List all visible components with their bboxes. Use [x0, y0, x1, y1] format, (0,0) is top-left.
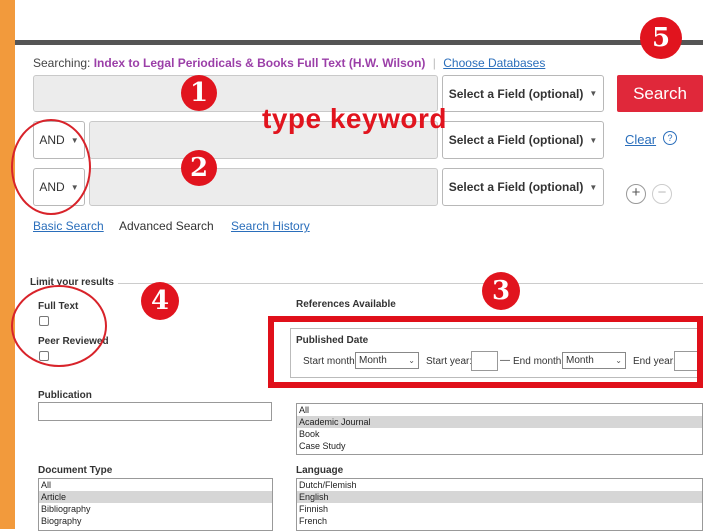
published-date-highlight: [268, 316, 703, 388]
step-badge-4: 4: [141, 282, 179, 320]
search-input-3[interactable]: [89, 168, 438, 206]
top-rule: [15, 40, 703, 45]
publication-input[interactable]: [38, 402, 272, 421]
advanced-search-label: Advanced Search: [119, 219, 214, 233]
document-type-label: Document Type: [38, 465, 113, 476]
limits-divider: [30, 283, 703, 284]
list-item[interactable]: French: [297, 515, 702, 527]
step-badge-2: 2: [181, 150, 217, 186]
clear-link[interactable]: Clear: [625, 132, 656, 147]
limits-highlight-circle: [11, 285, 107, 367]
chevron-down-icon: ▼: [589, 89, 598, 98]
separator: |: [432, 56, 436, 70]
field-select-3[interactable]: Select a Field (optional) ▼: [442, 168, 604, 206]
chevron-down-icon: ▼: [589, 182, 598, 192]
search-button[interactable]: Search: [617, 75, 703, 112]
language-list[interactable]: Dutch/Flemish English Finnish French: [296, 478, 703, 531]
list-item[interactable]: Finnish: [297, 503, 702, 515]
field-select-1-label: Select a Field (optional): [448, 86, 584, 101]
references-available-label: References Available: [296, 299, 396, 310]
add-row-button[interactable]: +: [626, 184, 646, 204]
database-name: Index to Legal Periodicals & Books Full …: [93, 56, 426, 70]
field-select-2[interactable]: Select a Field (optional) ▼: [442, 121, 604, 159]
basic-search-link[interactable]: Basic Search: [33, 219, 104, 233]
remove-row-button[interactable]: −: [652, 184, 672, 204]
publication-type-list[interactable]: All Academic Journal Book Case Study: [296, 403, 703, 455]
field-select-1[interactable]: Select a Field (optional) ▼: [442, 75, 604, 112]
list-item[interactable]: Bibliography: [39, 503, 272, 515]
field-select-2-label: Select a Field (optional): [448, 133, 584, 147]
document-type-list[interactable]: All Article Bibliography Biography: [38, 478, 273, 531]
list-item[interactable]: Book: [297, 428, 702, 440]
side-strip: [0, 0, 15, 529]
searching-label: Searching:: [33, 56, 91, 70]
search-history-link[interactable]: Search History: [231, 219, 310, 233]
step-badge-3: 3: [482, 272, 520, 310]
publication-label: Publication: [38, 390, 92, 401]
help-icon[interactable]: ?: [663, 131, 677, 145]
list-item[interactable]: Dutch/Flemish: [297, 479, 702, 491]
list-item[interactable]: Article: [39, 491, 272, 503]
list-item[interactable]: Biography: [39, 515, 272, 527]
field-select-3-label: Select a Field (optional): [448, 180, 584, 194]
choose-databases-link[interactable]: Choose Databases: [443, 56, 545, 70]
step-badge-1: 1: [181, 75, 217, 111]
language-label: Language: [296, 465, 344, 476]
list-item[interactable]: English: [297, 491, 702, 503]
list-item[interactable]: All: [297, 404, 702, 416]
step-badge-5: 5: [640, 17, 682, 59]
keyword-annotation: type keyword: [262, 103, 447, 134]
chevron-down-icon: ▼: [589, 135, 598, 145]
operator-highlight-circle: [11, 119, 91, 215]
searching-line: Searching: Index to Legal Periodicals & …: [33, 56, 545, 70]
list-item[interactable]: Case Study: [297, 440, 702, 452]
list-item[interactable]: All: [39, 479, 272, 491]
list-item[interactable]: Academic Journal: [297, 416, 702, 428]
